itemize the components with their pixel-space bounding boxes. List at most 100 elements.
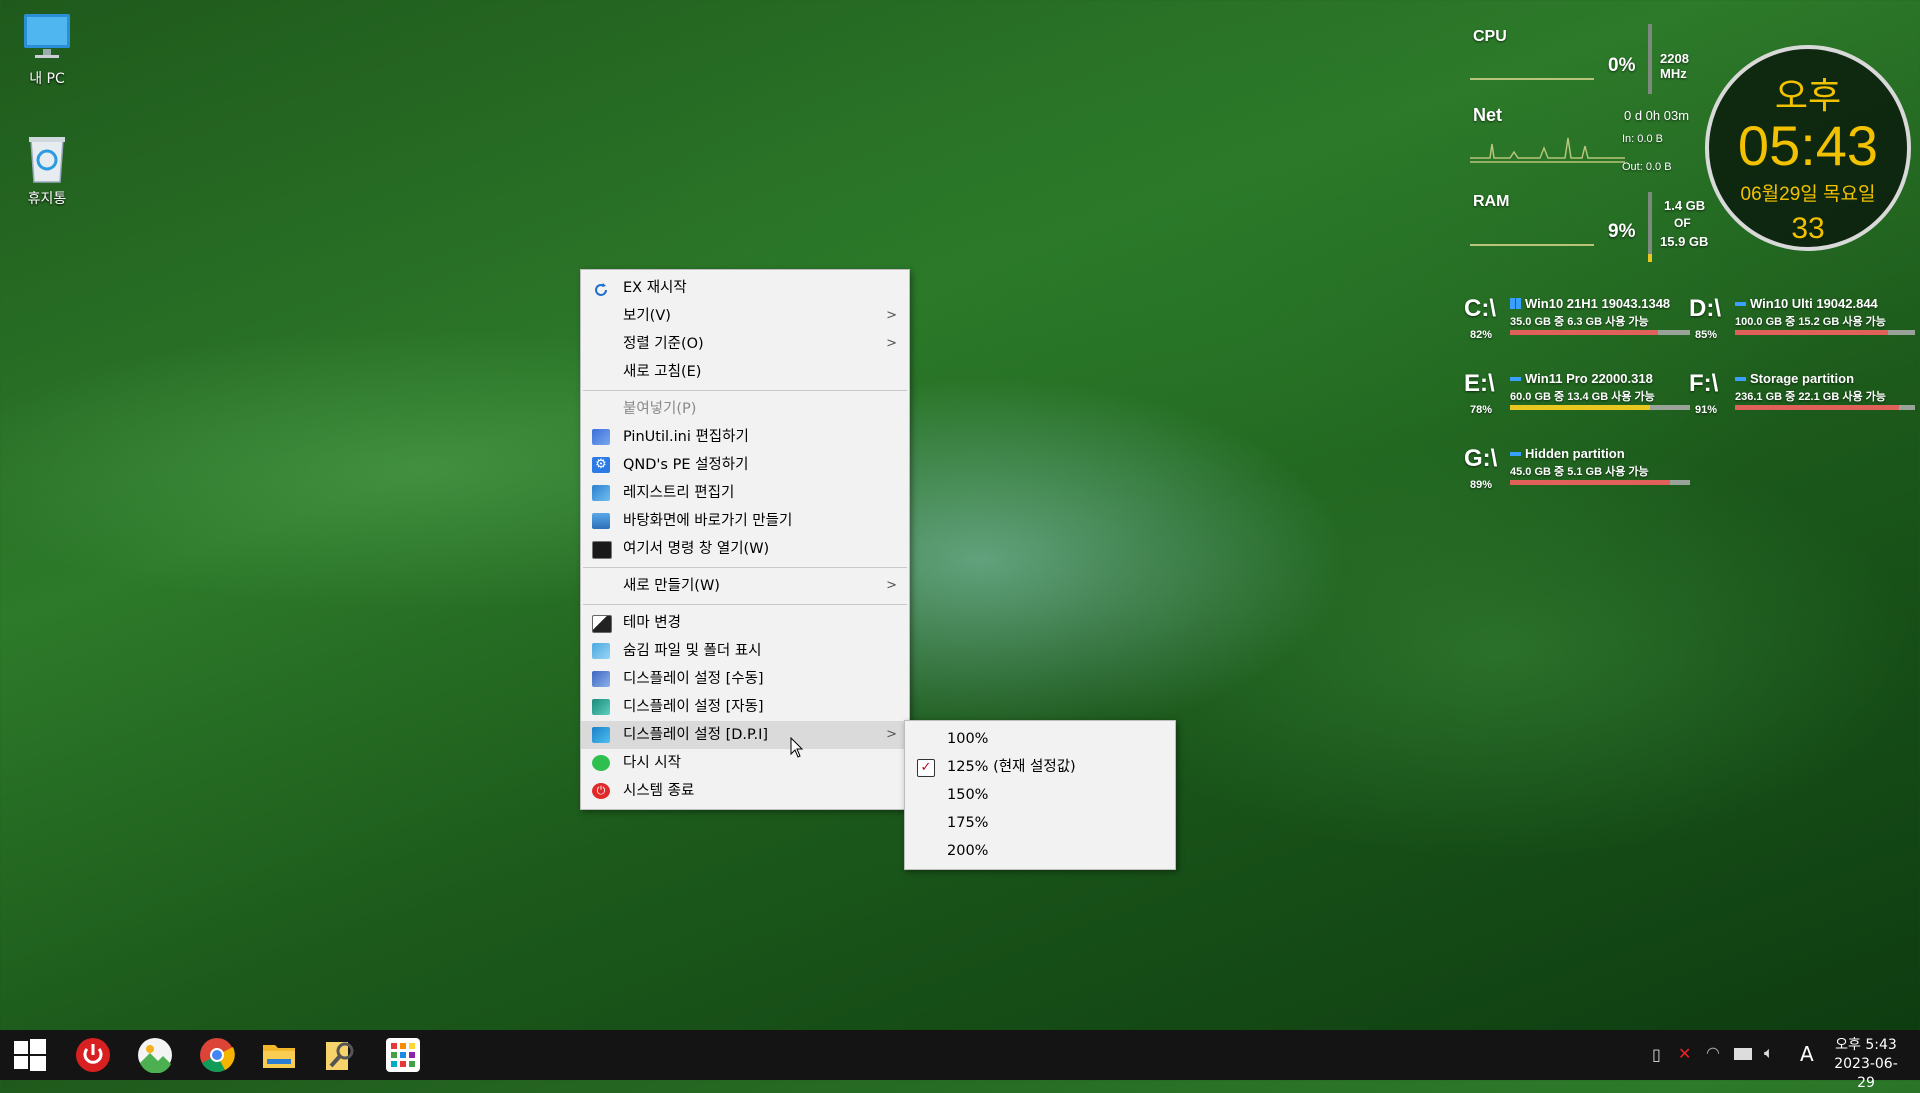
windows-start-icon[interactable] (12, 1037, 48, 1073)
ram-graph (1470, 244, 1594, 246)
volume-icon[interactable]: 🔈︎ (1764, 1043, 1774, 1063)
drive-name: Win10 21H1 19043.1348 (1525, 296, 1671, 311)
dpi-option-200[interactable]: 200% (905, 837, 1175, 865)
ram-percent: 9% (1608, 221, 1636, 242)
drive-usage-percent: 78% (1470, 404, 1493, 416)
refresh-icon (592, 280, 610, 296)
network-error-icon[interactable]: ✕ (1678, 1044, 1691, 1063)
wifi-icon[interactable]: ◠ (1706, 1043, 1720, 1062)
dpi-submenu: 100% ✓ 125% (현재 설정값) 150% 175% 200% (904, 720, 1176, 870)
chrome-icon[interactable] (199, 1037, 235, 1073)
drive-letter: D:\ (1689, 295, 1721, 322)
ram-total: 15.9 GB (1660, 234, 1709, 249)
menu-item-open-command-window[interactable]: 여기서 명령 창 열기(W) (581, 535, 909, 563)
cpu-graph (1470, 78, 1594, 80)
menu-item-new[interactable]: 새로 만들기(W) > (581, 572, 909, 600)
clock-date: 06월29일 목요일 (1740, 184, 1876, 205)
menu-item-refresh[interactable]: 새로 고침(E) (581, 358, 909, 386)
net-label: Net (1473, 105, 1503, 125)
search-tool-icon[interactable] (323, 1037, 359, 1073)
desktop-icon-label: 내 PC (29, 71, 65, 87)
ram-bar (1648, 192, 1652, 262)
computer-icon (21, 12, 73, 64)
menu-item-shutdown[interactable]: ⏻ 시스템 종료 (581, 777, 909, 805)
registry-icon (592, 485, 610, 501)
usb-icon[interactable]: ▯ (1652, 1045, 1661, 1064)
ram-used: 1.4 GB (1664, 198, 1706, 213)
desktop-icon-my-pc[interactable]: 내 PC (9, 12, 85, 88)
drive-usage-bar (1510, 405, 1690, 410)
menu-item-ex-restart[interactable]: EX 재시작 (581, 274, 909, 302)
drive-usage-bar (1735, 330, 1915, 335)
menu-item-label: 정렬 기준(O) (623, 336, 704, 352)
drive-space-info: 236.1 GB 중 22.1 GB 사용 가능 (1735, 391, 1886, 403)
menu-item-label: 새로 만들기(W) (623, 578, 720, 594)
chevron-right-icon: > (886, 336, 897, 351)
menu-item-edit-pinutil[interactable]: PinUtil.ini 편집하기 (581, 423, 909, 451)
menu-item-label: 숨김 파일 및 폴더 표시 (623, 643, 762, 659)
drive-usage-percent: 91% (1695, 404, 1718, 416)
menu-item-label: 여기서 명령 창 열기(W) (623, 541, 770, 557)
desktop-context-menu: EX 재시작 보기(V) > 정렬 기준(O) > 새로 고침(E) 붙여넣기(… (580, 269, 910, 810)
drive-space-info: 45.0 GB 중 5.1 GB 사용 가능 (1510, 466, 1649, 478)
dpi-option-125[interactable]: ✓ 125% (현재 설정값) (905, 753, 1175, 781)
menu-item-label: EX 재시작 (623, 280, 687, 296)
menu-item-show-hidden-files[interactable]: 숨김 파일 및 폴더 표시 (581, 637, 909, 665)
terminal-icon (592, 541, 612, 559)
drive-d: D:\ 85% Win10 Ulti 19042.844 100.0 GB 중 … (1689, 295, 1919, 365)
power-icon[interactable] (75, 1037, 111, 1073)
desktop-icon-recycle-bin[interactable]: 휴지통 (9, 132, 85, 208)
display-auto-icon (592, 699, 610, 715)
dpi-option-175[interactable]: 175% (905, 809, 1175, 837)
menu-item-restart[interactable]: 다시 시작 (581, 749, 909, 777)
drive-space-info: 60.0 GB 중 13.4 GB 사용 가능 (1510, 391, 1655, 403)
drive-e: E:\ 78% Win11 Pro 22000.318 60.0 GB 중 13… (1464, 370, 1694, 440)
taskbar-date: 2023-06-29 (1834, 1056, 1898, 1091)
menu-item-label: 새로 고침(E) (623, 364, 702, 380)
file-explorer-icon[interactable] (261, 1037, 297, 1073)
photos-icon[interactable] (137, 1037, 173, 1074)
cpu-frequency: 2208 MHz (1660, 51, 1689, 81)
drive-letter: G:\ (1464, 445, 1498, 472)
power-icon: ⏻ (592, 783, 610, 799)
ram-of: OF (1674, 216, 1691, 230)
menu-item-display-manual[interactable]: 디스플레이 설정 [수동] (581, 665, 909, 693)
menu-item-label: 테마 변경 (623, 615, 681, 631)
cpu-label: CPU (1473, 28, 1507, 45)
input-method-indicator[interactable]: A (1800, 1042, 1814, 1066)
battery-icon[interactable] (1734, 1048, 1752, 1060)
menu-item-label: 시스템 종료 (623, 783, 695, 799)
taskbar-clock[interactable]: 오후 5:43 2023-06-29 (1828, 1036, 1904, 1093)
menu-item-pe-settings[interactable]: ⚙ QND's PE 설정하기 (581, 451, 909, 479)
menu-item-label: 150% (947, 787, 989, 803)
clock-ampm: 오후 (1774, 75, 1842, 116)
display-manual-icon (592, 671, 610, 687)
apps-grid-icon[interactable] (385, 1037, 421, 1073)
menu-item-create-shortcut[interactable]: 바탕화면에 바로가기 만들기 (581, 507, 909, 535)
menu-item-change-theme[interactable]: 테마 변경 (581, 609, 909, 637)
menu-item-view[interactable]: 보기(V) > (581, 302, 909, 330)
menu-item-label: 보기(V) (623, 308, 671, 324)
display-dpi-icon (592, 727, 610, 743)
clock-widget: 오후 05:43 06월29일 목요일 33 (1705, 45, 1911, 251)
menu-item-display-dpi[interactable]: 디스플레이 설정 [D.P.I] > (581, 721, 909, 749)
menu-item-registry-editor[interactable]: 레지스트리 편집기 (581, 479, 909, 507)
net-uptime: 0 d 0h 03m (1624, 108, 1690, 123)
system-tray: ▯ ✕ ◠ 🔈︎ A 오후 5:43 2023-06-29 (1640, 1030, 1920, 1091)
dpi-option-100[interactable]: 100% (905, 725, 1175, 753)
drive-letter: F:\ (1689, 370, 1719, 397)
drive-usage-bar (1510, 330, 1690, 335)
menu-item-label: 125% (현재 설정값) (947, 759, 1076, 775)
menu-item-label: PinUtil.ini 편집하기 (623, 429, 749, 445)
drive-mark-icon (1510, 377, 1521, 381)
net-out: Out: 0.0 B (1622, 161, 1672, 173)
drive-mark-icon (1735, 377, 1746, 381)
restart-icon (592, 755, 610, 771)
chevron-right-icon: > (886, 578, 897, 593)
menu-item-sort-by[interactable]: 정렬 기준(O) > (581, 330, 909, 358)
menu-item-label: 디스플레이 설정 [자동] (623, 699, 764, 715)
dpi-option-150[interactable]: 150% (905, 781, 1175, 809)
menu-item-display-auto[interactable]: 디스플레이 설정 [자동] (581, 693, 909, 721)
menu-item-paste[interactable]: 붙여넣기(P) (581, 395, 909, 423)
drive-letter: C:\ (1464, 295, 1496, 322)
